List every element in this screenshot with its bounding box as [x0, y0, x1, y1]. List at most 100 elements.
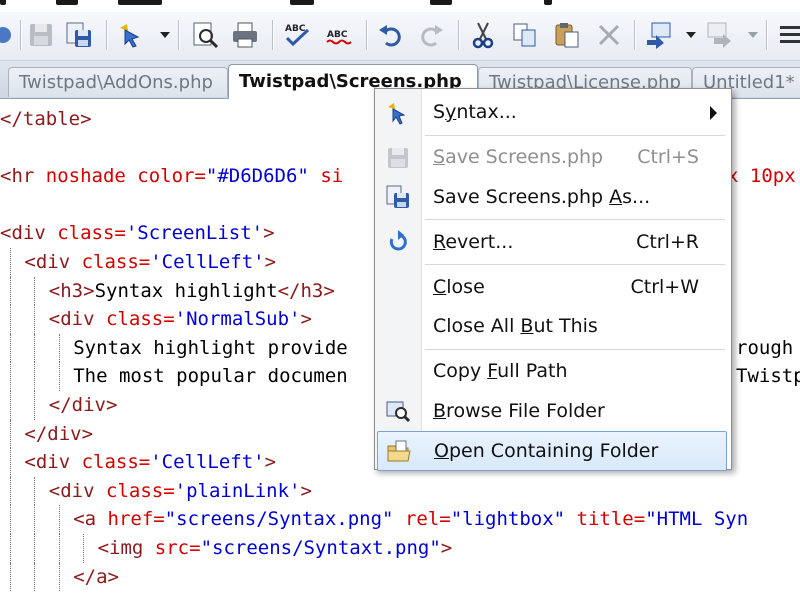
code-line-overflow: Twistp: [736, 365, 800, 388]
code-token: >: [300, 308, 312, 331]
syntax-icon[interactable]: [114, 18, 148, 52]
indent-guide: [34, 534, 36, 563]
code-token: <hr: [0, 165, 46, 188]
code-token: 'ScreenList': [125, 222, 264, 245]
code-token: class=: [81, 451, 151, 474]
indent-guide: [34, 562, 36, 592]
indent-guide: [10, 534, 11, 563]
code-line[interactable]: Syntax highlight provide: [73, 334, 348, 362]
code-token: </div>: [24, 422, 94, 445]
indent-guide: [34, 305, 36, 334]
indent-guide: [10, 476, 11, 506]
code-token: <div: [48, 308, 106, 331]
copy-icon[interactable]: [508, 18, 542, 52]
save-as-icon: [383, 183, 413, 211]
delete-icon[interactable]: [592, 18, 626, 52]
print-icon[interactable]: [228, 18, 262, 52]
menu-item-copy-full-path[interactable]: Copy Full Path: [377, 352, 727, 392]
code-token: class=: [106, 479, 175, 502]
indent-guide: [34, 391, 36, 420]
code-line[interactable]: <div class='plainLink'>: [49, 477, 312, 505]
code-line[interactable]: <div class='NormalSub'>: [49, 305, 312, 333]
menu-item-save[interactable]: Save Screens.php Ctrl+S: [377, 138, 727, 178]
print-preview-icon[interactable]: [188, 18, 222, 52]
code-token: <a: [73, 508, 108, 531]
code-token: <div: [48, 479, 106, 502]
convert-alt-icon[interactable]: [702, 18, 736, 52]
code-token: Syntax highlight: [94, 279, 278, 302]
code-token: rel=: [404, 508, 451, 531]
code-token: <div: [24, 451, 82, 474]
indent-guide: [10, 333, 11, 363]
code-line[interactable]: The most popular documen: [73, 362, 348, 390]
partial-button-icon[interactable]: [0, 18, 20, 52]
menu-separator: [425, 134, 725, 136]
submenu-arrow-icon: [710, 105, 717, 120]
menu-item-label: Close: [433, 275, 485, 298]
indent-guide: [10, 248, 11, 277]
spell-check-alt-icon[interactable]: ABC: [322, 18, 356, 52]
code-line[interactable]: <div class='CellLeft'>: [24, 248, 276, 276]
code-line[interactable]: </div>: [24, 420, 93, 448]
save-all-icon[interactable]: [62, 18, 96, 52]
tab-addons[interactable]: Twistpad\AddOns.php: [8, 67, 228, 97]
menu-item-open-containing-folder[interactable]: Open Containing Folder: [377, 431, 727, 471]
menu-item-close-all-but-this[interactable]: Close All But This: [377, 307, 727, 347]
menu-item-shortcut: Ctrl+S: [637, 146, 699, 168]
indent-guide: [34, 505, 36, 534]
code-token: class=: [57, 222, 126, 245]
browse-folder-icon: [383, 397, 413, 425]
menu-item-label: Open Containing Folder: [434, 440, 659, 462]
cut-icon[interactable]: [466, 18, 500, 52]
code-token: <div: [24, 251, 82, 273]
menu-separator: [425, 264, 725, 265]
code-token: <img: [97, 537, 155, 559]
indent-guide: [34, 333, 36, 363]
code-line[interactable]: <hr noshade color="#D6D6D6" si: [0, 162, 343, 190]
code-token: "lightbox": [450, 508, 577, 531]
code-line[interactable]: <h3>Syntax highlight</h3>: [49, 277, 335, 305]
indent-guide: [83, 534, 85, 563]
code-token: si: [320, 165, 344, 188]
revert-icon: [383, 228, 413, 256]
code-line[interactable]: </div>: [49, 391, 118, 419]
syntax-icon: [383, 99, 413, 127]
code-token: >: [264, 451, 277, 474]
context-menu: Syntax... Save Screens.php Ctrl+S Save Scre…: [374, 88, 732, 471]
code-token: 'plainLink': [174, 479, 301, 502]
code-token: src=: [154, 537, 201, 559]
spell-check-icon[interactable]: ABC: [280, 18, 314, 52]
indent-guide: [58, 333, 60, 363]
code-token: title=: [576, 508, 646, 531]
code-token: 'CellLeft': [150, 451, 265, 474]
code-line[interactable]: </a>: [73, 563, 119, 591]
code-token: color=: [137, 165, 206, 188]
code-line[interactable]: <img src="screens/Syntaxt.png">: [98, 534, 453, 562]
code-line[interactable]: <div class='ScreenList'>: [0, 219, 275, 247]
undo-icon[interactable]: [374, 18, 408, 52]
menu-item-syntax[interactable]: Syntax...: [377, 93, 727, 133]
code-token: >: [263, 222, 275, 245]
code-line[interactable]: </table>: [0, 105, 92, 133]
paste-icon[interactable]: [550, 18, 584, 52]
save-icon[interactable]: [24, 18, 58, 52]
toolbar: ABC ABC: [0, 12, 800, 61]
menu-item-revert[interactable]: Revert... Ctrl+R: [377, 223, 727, 263]
menu-item-close[interactable]: Close Ctrl+W: [377, 268, 727, 308]
menu-item-browse-file-folder[interactable]: Browse File Folder: [377, 392, 727, 432]
code-token: <h3>: [48, 279, 95, 302]
code-token: "screens/Syntax.png": [164, 508, 405, 531]
menu-item-label: Copy Full Path: [433, 360, 568, 382]
convert-icon[interactable]: [642, 18, 676, 52]
code-line[interactable]: <div class='CellLeft'>: [24, 448, 276, 476]
code-token: >: [300, 479, 312, 502]
more-icon[interactable]: [772, 18, 800, 52]
code-token: </div>: [48, 394, 118, 416]
code-token: Syntax highlight provide: [73, 336, 348, 359]
redo-icon[interactable]: [414, 18, 448, 52]
code-line-overflow: rough: [736, 336, 794, 359]
menu-item-shortcut: Ctrl+R: [636, 230, 699, 253]
menu-item-save-as[interactable]: Save Screens.php As...: [377, 178, 727, 218]
code-line[interactable]: <a href="screens/Syntax.png" rel="lightb…: [73, 505, 748, 533]
menu-item-label: Save Screens.php: [433, 146, 604, 168]
